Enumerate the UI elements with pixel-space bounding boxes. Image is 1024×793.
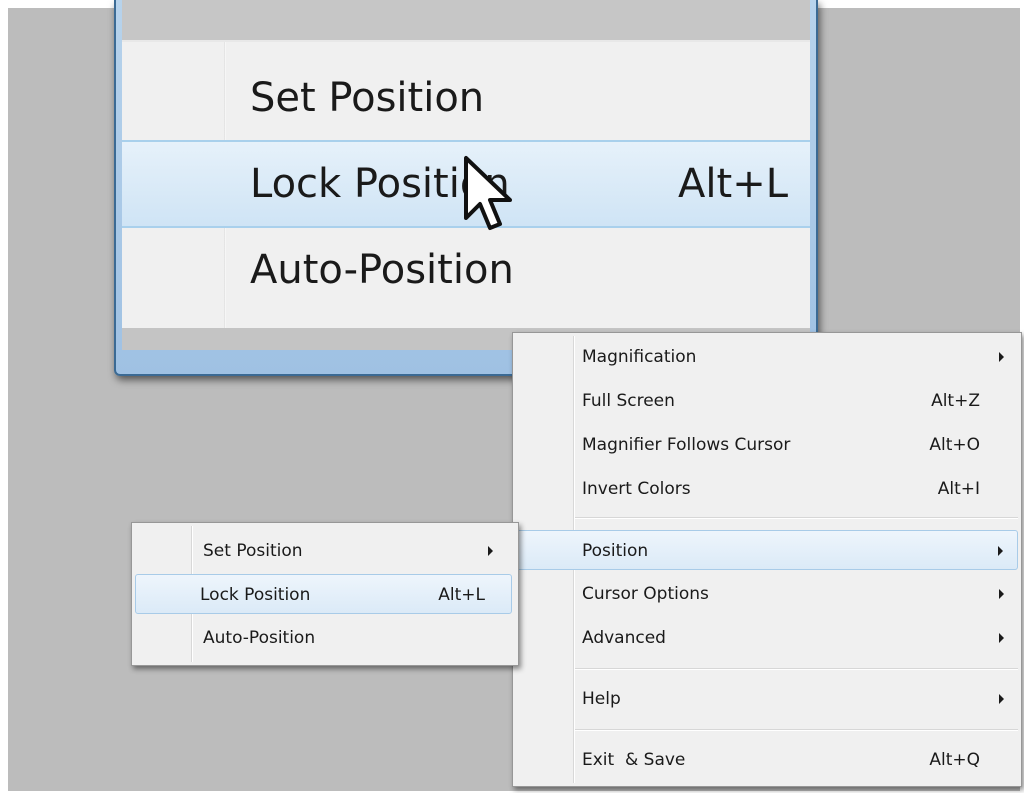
menu-item-label: Lock Position — [200, 585, 311, 605]
menu-item-label: Advanced — [582, 628, 666, 648]
submenu-item-set-position[interactable]: Set Position — [135, 531, 515, 571]
menu-item-invert-colors[interactable]: Invert Colors Alt+I — [516, 469, 1018, 509]
menu-item-label: Magnifier Follows Cursor — [582, 435, 791, 455]
menu-item-label: Invert Colors — [582, 479, 691, 499]
submenu-arrow-icon — [998, 546, 1003, 556]
menu-item-advanced[interactable]: Advanced — [516, 618, 1018, 658]
position-submenu: Set Position Lock Position Alt+L Auto-Po… — [131, 522, 519, 666]
menu-item-magnifier-follows-cursor[interactable]: Magnifier Follows Cursor Alt+O — [516, 425, 1018, 465]
mouse-cursor-icon — [464, 156, 512, 230]
lens-item-auto-position: Auto-Position — [122, 228, 810, 312]
menu-item-shortcut: Alt+Q — [929, 750, 980, 770]
magnifier-context-menu: Magnification Full Screen Alt+Z Magnifie… — [512, 332, 1022, 787]
lens-item-label: Set Position — [250, 75, 485, 121]
menu-item-label: Magnification — [582, 347, 697, 367]
submenu-arrow-icon — [999, 633, 1004, 643]
menu-item-label: Full Screen — [582, 391, 675, 411]
menu-item-magnification[interactable]: Magnification — [516, 337, 1018, 377]
menu-item-label: Auto-Position — [203, 628, 316, 648]
menu-item-shortcut: Alt+O — [929, 435, 980, 455]
menu-item-position[interactable]: Position — [512, 530, 1018, 570]
menu-item-help[interactable]: Help — [516, 679, 1018, 719]
submenu-arrow-icon — [999, 352, 1004, 362]
menu-item-label: Exit & Save — [582, 750, 686, 770]
menu-item-label: Position — [582, 541, 649, 561]
menu-separator — [575, 668, 1018, 670]
menu-separator — [575, 729, 1018, 731]
submenu-item-lock-position[interactable]: Lock Position Alt+L — [135, 574, 512, 614]
menu-item-exit-save[interactable]: Exit & Save Alt+Q — [516, 740, 1018, 780]
menu-item-label: Cursor Options — [582, 584, 709, 604]
lens-item-label: Auto-Position — [250, 247, 514, 293]
menu-separator — [575, 517, 1018, 519]
lens-top-area — [122, 0, 810, 42]
submenu-arrow-icon — [999, 694, 1004, 704]
lens-item-set-position: Set Position — [122, 56, 810, 140]
menu-item-shortcut: Alt+Z — [931, 391, 980, 411]
menu-item-shortcut: Alt+I — [937, 479, 980, 499]
submenu-arrow-icon — [999, 589, 1004, 599]
menu-item-full-screen[interactable]: Full Screen Alt+Z — [516, 381, 1018, 421]
menu-item-shortcut: Alt+L — [438, 585, 485, 605]
submenu-arrow-icon — [488, 546, 493, 556]
menu-item-label: Set Position — [203, 541, 303, 561]
lens-item-shortcut: Alt+L — [678, 161, 788, 207]
menu-item-label: Help — [582, 689, 621, 709]
menu-item-cursor-options[interactable]: Cursor Options — [516, 574, 1018, 614]
submenu-item-auto-position[interactable]: Auto-Position — [135, 618, 515, 658]
